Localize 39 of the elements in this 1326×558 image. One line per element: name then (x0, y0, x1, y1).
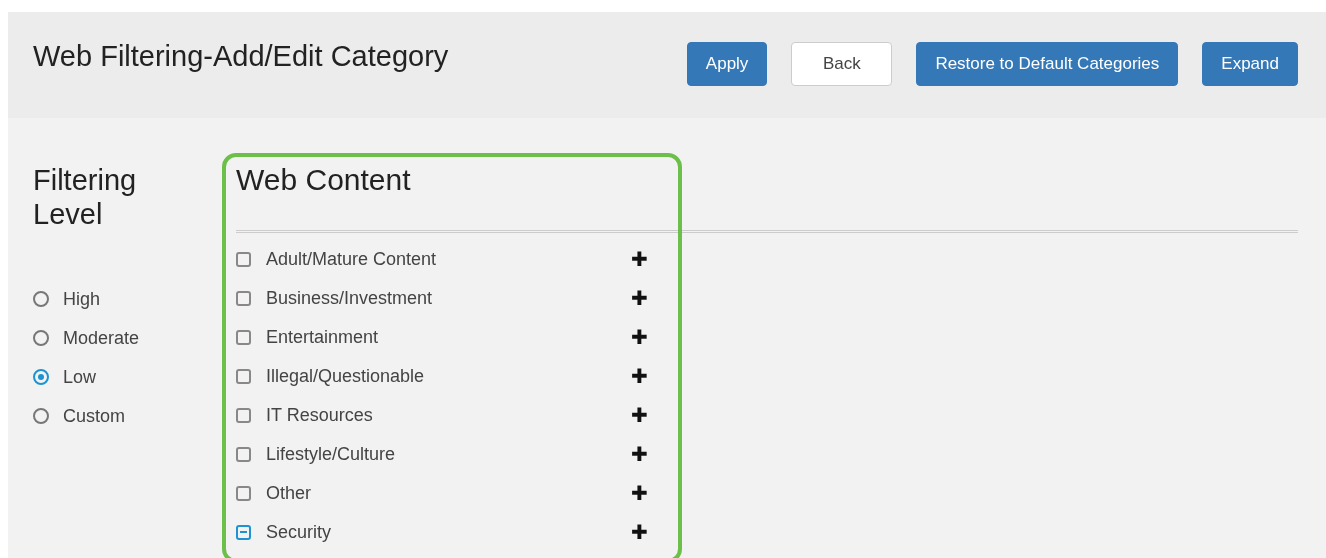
expand-icon[interactable]: ✚ (631, 444, 648, 464)
radio-label: High (63, 287, 101, 311)
checkbox[interactable] (236, 251, 251, 267)
category-label: Lifestyle/Culture (266, 442, 397, 466)
expand-icon[interactable]: ✚ (631, 522, 648, 542)
category-label: Business/Investment (266, 286, 434, 310)
category-label: Adult/Mature Content (266, 247, 438, 271)
expand-icon[interactable]: ✚ (631, 249, 648, 269)
category-label: Entertainment (266, 325, 380, 349)
radio-label: Low (63, 365, 97, 389)
header-button[interactable]: Restore to Default Categories (916, 42, 1179, 86)
category-label: Illegal/Questionable (266, 364, 426, 388)
page-title: Web Filtering-Add/Edit Category (33, 42, 450, 71)
expand-icon[interactable]: ✚ (631, 288, 648, 308)
expand-icon[interactable]: ✚ (631, 327, 648, 347)
radio-button[interactable] (33, 330, 49, 346)
category-label: Other (266, 481, 313, 505)
checkbox[interactable] (236, 485, 251, 501)
expand-icon[interactable]: ✚ (631, 405, 648, 425)
expand-icon[interactable]: ✚ (631, 483, 648, 503)
section-title: Web Content (235, 163, 411, 197)
checkbox[interactable] (236, 329, 251, 345)
radio-label: Custom (63, 404, 125, 428)
header-button[interactable]: Expand (1202, 42, 1298, 86)
checkbox[interactable] (236, 290, 251, 306)
expand-icon[interactable]: ✚ (631, 366, 648, 386)
header-button[interactable]: Apply (686, 42, 768, 86)
checkbox[interactable] (236, 524, 251, 540)
category-label: Security (266, 520, 333, 544)
radio-label: Moderate (63, 326, 140, 350)
checkbox[interactable] (236, 407, 251, 423)
radio-button[interactable] (33, 369, 49, 385)
radio-button[interactable] (33, 291, 49, 307)
checkbox[interactable] (236, 368, 251, 384)
checkbox[interactable] (236, 446, 251, 462)
category-label: IT Resources (266, 403, 374, 427)
header-button[interactable]: Back (791, 42, 893, 86)
section-title: Filtering Level (33, 163, 138, 231)
radio-button[interactable] (33, 408, 49, 424)
